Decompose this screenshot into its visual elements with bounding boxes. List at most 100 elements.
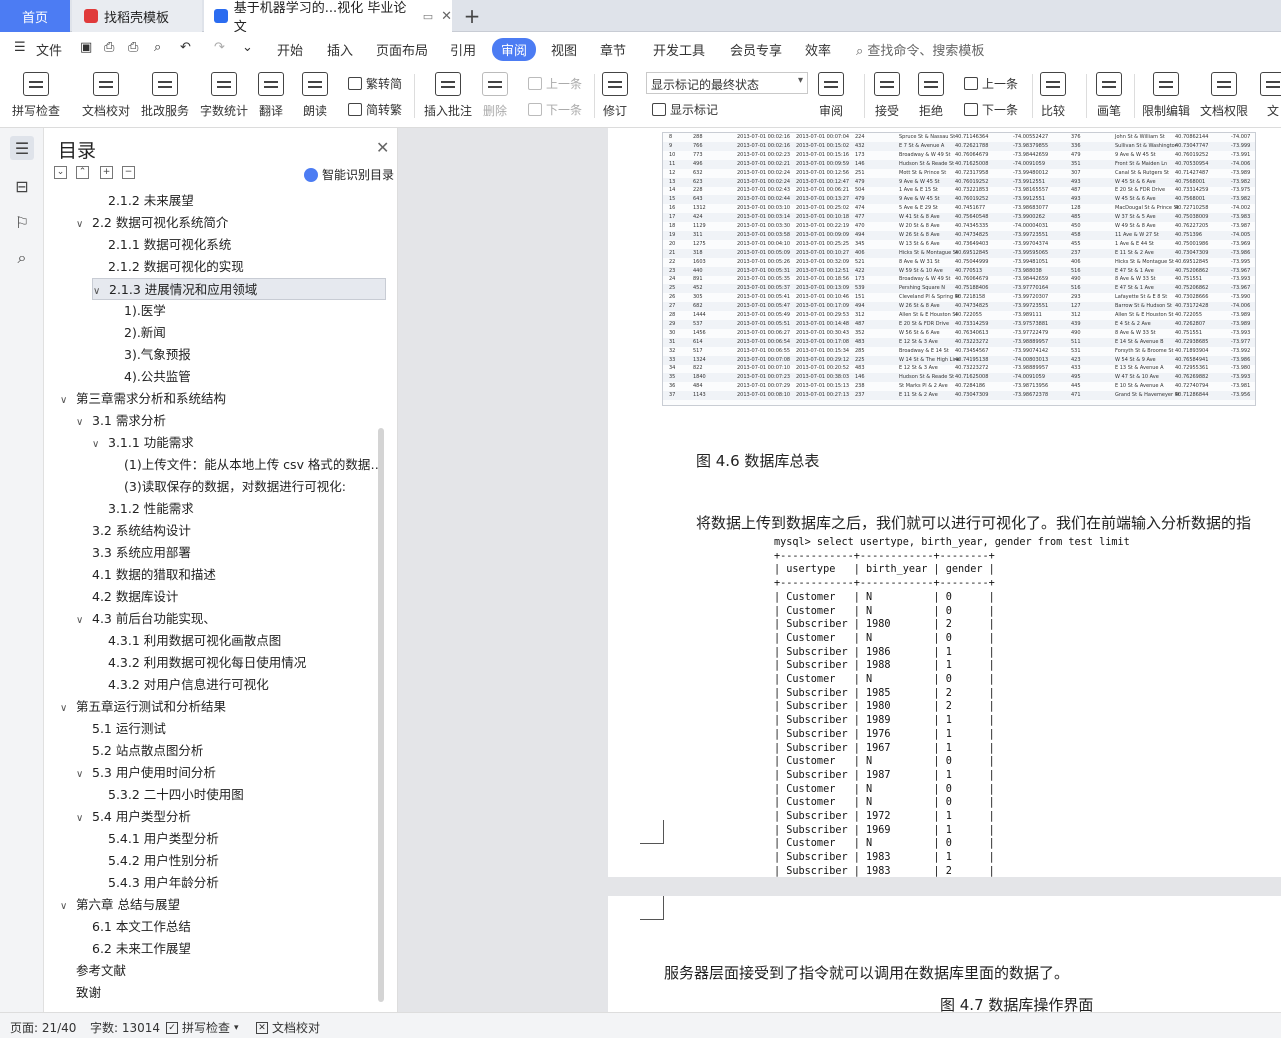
tab-home[interactable]: 首页 — [0, 0, 70, 32]
toc-item[interactable]: ∨ 5.3 用户使用时间分析 — [76, 762, 386, 784]
toc-item[interactable]: 2.1.2 数据可视化的实现 — [108, 256, 386, 278]
toc-item[interactable]: 2.1.2 未来展望 — [108, 190, 386, 212]
menu-dev-tools[interactable]: 开发工具 — [653, 40, 705, 59]
toc-panel-icon[interactable]: ☰ — [10, 136, 34, 160]
find-icon[interactable]: ⌕ — [10, 246, 34, 270]
toc-item[interactable]: ∨ 5.4 用户类型分析 — [76, 806, 386, 828]
export-pdf-icon[interactable]: ⎙ — [104, 40, 114, 55]
toc-item[interactable]: 参考文献 — [76, 960, 386, 982]
tab-close-icon[interactable]: ✕ — [441, 9, 452, 24]
toc-item[interactable]: ∨ 4.3 前后台功能实现、 — [76, 608, 386, 630]
show-marks-button[interactable]: 显示标记 — [652, 101, 718, 118]
expand-chevron-icon[interactable]: ∨ — [60, 896, 76, 916]
menu-reference[interactable]: 引用 — [450, 40, 476, 59]
toc-item[interactable]: (1)上传文件：能从本地上传 csv 格式的数据 ... — [124, 454, 386, 476]
next-change-button[interactable]: 下一条 — [964, 101, 1018, 118]
spell-check-toggle[interactable]: ✓ 拼写检查 ▾ — [166, 1019, 239, 1036]
smart-toc-button[interactable]: 智能识别目录 — [304, 166, 394, 183]
menu-start[interactable]: 开始 — [277, 40, 303, 59]
toc-item[interactable]: 5.1 运行测试 — [92, 718, 386, 740]
page-indicator[interactable]: 页面: 21/40 — [10, 1019, 76, 1036]
accept-button[interactable]: 接受 — [874, 72, 900, 119]
toc-item[interactable]: (3)读取保存的数据，对数据进行可视化: — [124, 476, 386, 498]
toc-item[interactable]: 4).公共监管 — [124, 366, 386, 388]
expand-chevron-icon[interactable]: ∨ — [76, 214, 92, 234]
sections-icon[interactable]: ⊟ — [10, 174, 34, 198]
doc-more-button[interactable]: 文 — [1260, 72, 1281, 119]
pen-button[interactable]: 画笔 — [1096, 72, 1122, 119]
compare-button[interactable]: 比较 — [1040, 72, 1066, 119]
toc-item[interactable]: ∨ 第三章需求分析和系统结构 — [60, 388, 386, 410]
review-pane-button[interactable]: 审阅 — [818, 72, 844, 119]
expand-chevron-icon[interactable]: ∨ — [76, 808, 92, 828]
expand-chevron-icon[interactable]: ∨ — [60, 390, 76, 410]
expand-chevron-icon[interactable]: ∨ — [60, 698, 76, 718]
bookmark-icon[interactable]: ⚐ — [10, 210, 34, 234]
toc-item[interactable]: 5.4.3 用户年龄分析 — [108, 872, 386, 894]
toc-item[interactable]: ∨ 3.1 需求分析 — [76, 410, 386, 432]
doc-proof-button[interactable]: 文档校对 — [82, 72, 130, 119]
toc-item[interactable]: 3.2 系统结构设计 — [92, 520, 386, 542]
toc-item[interactable]: ∨ 第六章 总结与展望 — [60, 894, 386, 916]
menu-efficiency[interactable]: 效率 — [805, 40, 831, 59]
mark-mode-select[interactable]: 显示标记的最终状态 — [646, 72, 808, 94]
print-icon[interactable]: ⎙ — [128, 40, 138, 55]
new-tab-button[interactable]: + — [458, 0, 486, 32]
toc-item[interactable]: 4.3.2 利用数据可视化每日使用情况 — [108, 652, 386, 674]
reject-button[interactable]: 拒绝 — [918, 72, 944, 119]
toc-item[interactable]: 5.4.1 用户类型分析 — [108, 828, 386, 850]
close-icon[interactable]: ✕ — [376, 138, 389, 157]
menu-view[interactable]: 视图 — [551, 40, 577, 59]
trad-to-simp-button[interactable]: 繁转简 — [348, 75, 402, 92]
doc-permission-button[interactable]: 文档权限 — [1200, 72, 1248, 119]
toc-item[interactable]: 1).医学 — [124, 300, 386, 322]
expand-chevron-icon[interactable]: ∨ — [93, 281, 109, 299]
tab-monitor-icon[interactable]: ▭ — [423, 10, 433, 23]
toc-scrollbar[interactable] — [378, 428, 384, 1002]
insert-comment-button[interactable]: 插入批注 — [424, 72, 472, 119]
toc-item[interactable]: ∨ 2.1.3 进展情况和应用领域 — [92, 278, 386, 300]
prev-change-button[interactable]: 上一条 — [964, 75, 1018, 92]
spell-check-button[interactable]: 拼写检查 — [12, 72, 60, 119]
redo-icon[interactable]: ↷ — [214, 40, 225, 55]
expand-chevron-icon[interactable]: ∨ — [76, 764, 92, 784]
toc-item[interactable]: 5.4.2 用户性别分析 — [108, 850, 386, 872]
menu-member[interactable]: 会员专享 — [730, 40, 782, 59]
batch-service-button[interactable]: 批改服务 — [141, 72, 189, 119]
toc-item[interactable]: 6.2 未来工作展望 — [92, 938, 386, 960]
revise-button[interactable]: 修订 — [602, 72, 628, 119]
expand-chevron-icon[interactable]: ∨ — [92, 434, 108, 454]
remove-level-icon[interactable]: − — [122, 166, 135, 179]
save-icon[interactable]: ▣ — [80, 40, 92, 55]
toc-item[interactable]: 2.1.1 数据可视化系统 — [108, 234, 386, 256]
expand-chevron-icon[interactable]: ∨ — [76, 610, 92, 630]
menu-insert[interactable]: 插入 — [327, 40, 353, 59]
word-count-button[interactable]: 字数统计 — [200, 72, 248, 119]
hamburger-icon[interactable]: ☰ — [14, 40, 26, 55]
doc-proof-toggle[interactable]: ✕ 文档校对 — [256, 1019, 320, 1036]
translate-button[interactable]: 翻译 — [258, 72, 284, 119]
tab-document[interactable]: 基于机器学习的...视化 毕业论文 ▭ ✕ — [204, 0, 452, 35]
toc-item[interactable]: 3.1.2 性能需求 — [108, 498, 386, 520]
toc-item[interactable]: 4.3.2 对用户信息进行可视化 — [108, 674, 386, 696]
toc-item[interactable]: 5.2 站点散点图分析 — [92, 740, 386, 762]
toc-item[interactable]: 致谢 — [76, 982, 386, 1004]
file-menu[interactable]: 文件 — [36, 40, 62, 59]
collapse-all-icon[interactable]: ⌄ — [54, 166, 67, 179]
toc-item[interactable]: 4.2 数据库设计 — [92, 586, 386, 608]
toc-item[interactable]: 5.3.2 二十四小时使用图 — [108, 784, 386, 806]
undo-icon[interactable]: ↶ — [180, 40, 191, 55]
menu-chapter[interactable]: 章节 — [600, 40, 626, 59]
expand-chevron-icon[interactable]: ∨ — [76, 412, 92, 432]
menu-review[interactable]: 审阅 — [492, 38, 537, 61]
add-level-icon[interactable]: + — [100, 166, 113, 179]
toc-item[interactable]: ∨ 第五章运行测试和分析结果 — [60, 696, 386, 718]
expand-up-icon[interactable]: ⌃ — [76, 166, 89, 179]
tab-template[interactable]: 找稻壳模板 — [72, 0, 202, 32]
toc-item[interactable]: 4.3.1 利用数据可视化画散点图 — [108, 630, 386, 652]
toc-item[interactable]: 6.1 本文工作总结 — [92, 916, 386, 938]
menu-layout[interactable]: 页面布局 — [376, 40, 428, 59]
read-aloud-button[interactable]: 朗读 — [302, 72, 328, 119]
word-count-indicator[interactable]: 字数: 13014 — [90, 1019, 160, 1036]
toc-item[interactable]: 3.3 系统应用部署 — [92, 542, 386, 564]
